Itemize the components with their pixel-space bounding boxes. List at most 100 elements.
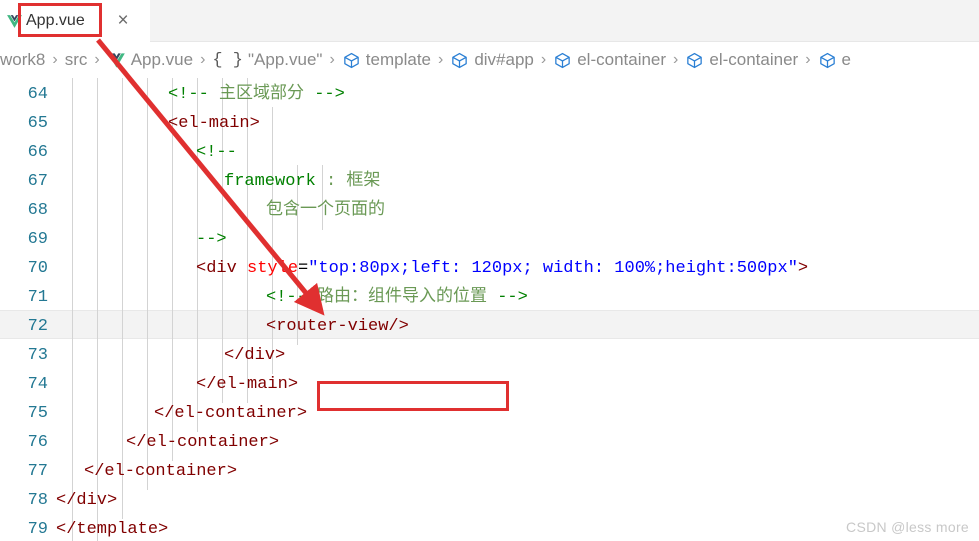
breadcrumb-label: "App.vue" — [248, 50, 323, 69]
breadcrumb-item-el-container-1[interactable]: el-container — [553, 50, 666, 70]
line-number: 75 — [27, 404, 48, 423]
line-number: 71 — [27, 288, 48, 307]
breadcrumb-separator: › — [805, 51, 811, 68]
code-line[interactable]: </template> — [56, 515, 168, 541]
code-line[interactable]: <router-view/> — [266, 312, 409, 341]
code-token: </el-main> — [196, 375, 299, 394]
screenshot-root: App.vue × work8 › src › App.vue › { } "A… — [0, 0, 979, 541]
code-line[interactable]: <!-- 路由：组件导入的位置 --> — [266, 283, 528, 312]
code-token: --> — [304, 85, 345, 104]
code-line[interactable]: </el-container> — [126, 428, 279, 457]
code-line[interactable]: </el-container> — [154, 399, 307, 428]
line-number: 67 — [27, 172, 48, 191]
line-number: 76 — [27, 433, 48, 452]
code-token: style — [247, 259, 299, 278]
code-content[interactable]: <!-- 主区域部分 --> <el-main> <!-- framework : 框… — [56, 78, 979, 541]
breadcrumb-separator: › — [52, 51, 58, 68]
code-token: framework — [224, 172, 327, 191]
breadcrumb-separator: › — [438, 51, 444, 68]
braces-icon: { } — [212, 50, 244, 70]
line-number: 79 — [27, 520, 48, 539]
breadcrumb-separator: › — [200, 51, 206, 68]
breadcrumb-separator: › — [673, 51, 679, 68]
code-line[interactable]: <div style="top:80px;left: 120px; width:… — [196, 254, 808, 283]
breadcrumb-separator: › — [94, 51, 100, 68]
code-token: <!-- — [168, 85, 220, 104]
code-token: <router-view/> — [266, 317, 409, 336]
breadcrumb-label: src — [64, 50, 88, 69]
code-line[interactable]: <!-- — [196, 138, 237, 167]
code-token: > — [797, 259, 809, 278]
code-token: 主区域部分 — [219, 85, 305, 104]
breadcrumb-item-div-app[interactable]: div#app — [450, 50, 534, 70]
breadcrumb-label: el-container — [577, 50, 667, 69]
breadcrumb-item-app-vue-symbol[interactable]: { } "App.vue" — [212, 50, 322, 70]
breadcrumb-label: el-container — [709, 50, 799, 69]
code-line[interactable]: framework : 框架 — [224, 167, 380, 196]
code-line[interactable]: --> — [196, 225, 227, 254]
breadcrumb-label: App.vue — [130, 50, 194, 69]
code-line[interactable]: </div> — [56, 486, 117, 515]
breadcrumb-item-work8[interactable]: work8 — [0, 50, 45, 70]
line-number: 66 — [27, 143, 48, 162]
breadcrumb-item-el-container-3[interactable]: e — [818, 50, 851, 70]
code-token: "top:80px;left: 120px; width: 100%;heigh… — [308, 259, 798, 278]
breadcrumb-separator: › — [540, 51, 547, 68]
breadcrumb-item-app-vue[interactable]: App.vue — [107, 50, 193, 70]
line-number: 77 — [27, 462, 48, 481]
close-icon[interactable]: × — [112, 10, 134, 32]
symbol-cube-icon — [818, 51, 837, 70]
code-token: </el-container> — [154, 404, 308, 423]
line-number-gutter: 64 65 66 67 68 69 70 71 72 73 74 75 76 77 78 79 — [0, 78, 56, 541]
code-line[interactable]: <el-main> — [168, 109, 260, 138]
code-token: <div — [196, 259, 248, 278]
editor-tab-bar: App.vue × — [0, 0, 979, 42]
code-line[interactable]: </div> — [224, 341, 285, 370]
line-number: 78 — [27, 491, 48, 510]
code-line[interactable]: </el-container> — [84, 457, 237, 486]
symbol-cube-icon — [342, 51, 361, 70]
line-number: 72 — [27, 317, 48, 336]
code-token: </div> — [224, 346, 286, 365]
line-number: 65 — [27, 114, 48, 133]
code-token: 路由：组件导入的位置 — [317, 288, 488, 307]
code-token: <!-- — [196, 143, 237, 162]
code-editor[interactable]: 64 65 66 67 68 69 70 71 72 73 74 75 76 77 78 79 <!-- 主区… — [0, 78, 979, 541]
line-number: 70 — [27, 259, 48, 278]
line-number: 64 — [27, 85, 48, 104]
code-token: </template> — [56, 520, 169, 539]
watermark: CSDN @less more — [846, 519, 969, 535]
code-line[interactable]: <!-- 主区域部分 --> — [168, 80, 345, 109]
breadcrumb-label: div#app — [474, 50, 534, 69]
code-token: <el-main> — [168, 114, 260, 133]
code-token: : 框架 — [326, 172, 381, 191]
code-token: = — [298, 259, 309, 278]
vue-logo-icon — [6, 13, 23, 30]
symbol-cube-icon — [553, 51, 572, 70]
line-number: 68 — [27, 201, 48, 220]
breadcrumb-item-template[interactable]: template — [342, 50, 431, 70]
breadcrumb-label: work8 — [0, 50, 46, 69]
vue-logo-icon — [107, 51, 126, 70]
code-line[interactable]: </el-main> — [196, 370, 298, 399]
code-token: --> — [196, 230, 227, 249]
code-line[interactable]: 包含一个页面的 — [266, 196, 385, 225]
code-token: </el-container> — [84, 462, 238, 481]
symbol-cube-icon — [450, 51, 469, 70]
breadcrumb-item-src[interactable]: src — [65, 50, 88, 70]
code-token: <!-- — [266, 288, 318, 307]
code-token: </div> — [56, 491, 118, 510]
symbol-cube-icon — [685, 51, 704, 70]
line-number: 69 — [27, 230, 48, 249]
editor-tab-label: App.vue — [26, 12, 85, 29]
breadcrumb: work8 › src › App.vue › { } "App.vue" › — [0, 42, 979, 78]
editor-tab-app-vue[interactable]: App.vue × — [0, 0, 150, 42]
breadcrumb-item-el-container-2[interactable]: el-container — [685, 50, 798, 70]
breadcrumb-label: template — [365, 50, 431, 69]
code-token: 包含一个页面的 — [266, 201, 385, 220]
line-number: 73 — [27, 346, 48, 365]
code-token: --> — [487, 288, 528, 307]
code-token: </el-container> — [126, 433, 280, 452]
breadcrumb-separator: › — [329, 51, 335, 68]
line-number: 74 — [27, 375, 48, 394]
